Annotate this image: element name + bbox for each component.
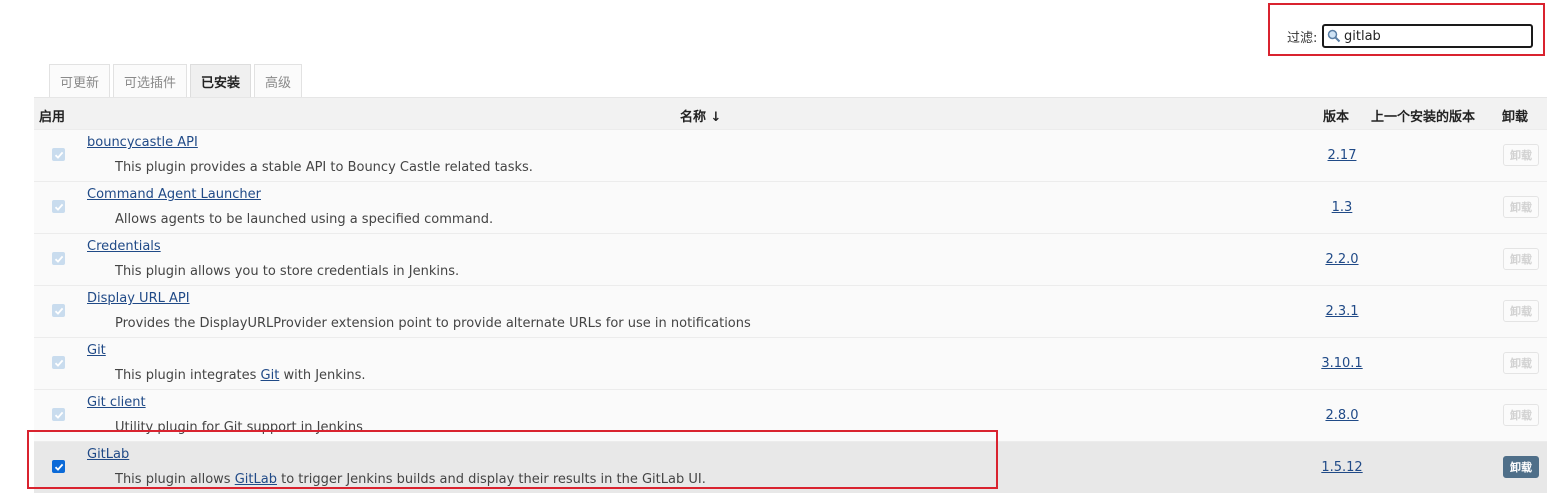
plugin-name-link[interactable]: GitLab: [87, 447, 129, 462]
plugins-table: 启用 名称 ↓ 版本 上一个安装的版本 卸载 bouncycastle API …: [34, 97, 1547, 493]
column-previous-version: 上一个安装的版本: [1371, 110, 1476, 125]
uninstall-button[interactable]: 卸载: [1503, 352, 1539, 374]
column-name-sort[interactable]: 名称 ↓: [680, 106, 721, 125]
check-icon: [54, 307, 63, 315]
column-enabled: 启用: [39, 110, 66, 125]
plugin-description: Allows agents to be launched using a spe…: [115, 212, 493, 227]
plugin-version-link[interactable]: 2.17: [1312, 148, 1372, 163]
tab-bar: 可更新 可选插件 已安装 高级: [49, 64, 305, 98]
filter-input-wrapper[interactable]: [1322, 24, 1533, 48]
enable-checkbox[interactable]: [52, 408, 65, 421]
uninstall-button[interactable]: 卸载: [1503, 404, 1539, 426]
description-text: with Jenkins.: [279, 368, 366, 383]
table-header: 启用 名称 ↓ 版本 上一个安装的版本 卸载: [34, 97, 1547, 129]
plugin-name-link[interactable]: Git: [87, 343, 106, 358]
search-icon: [1327, 29, 1341, 43]
table-body: bouncycastle API This plugin provides a …: [34, 129, 1547, 493]
enable-checkbox[interactable]: [52, 304, 65, 317]
description-text: Allows agents to be launched using a spe…: [115, 212, 494, 227]
description-text: This plugin integrates: [115, 368, 261, 383]
tab-updates[interactable]: 可更新: [49, 64, 111, 97]
enable-checkbox[interactable]: [52, 252, 65, 265]
description-text: This plugin provides a stable API to Bou…: [115, 160, 533, 175]
description-text: This plugin allows: [115, 472, 235, 487]
tab-advanced[interactable]: 高级: [254, 64, 303, 97]
table-row: Command Agent Launcher Allows agents to …: [34, 181, 1547, 233]
description-link[interactable]: Git: [261, 368, 280, 383]
plugin-version-link[interactable]: 2.3.1: [1312, 304, 1372, 319]
uninstall-button[interactable]: 卸载: [1503, 248, 1539, 270]
column-version[interactable]: 版本: [1323, 106, 1349, 125]
column-uninstall: 卸载: [1502, 110, 1529, 125]
plugin-description: This plugin allows GitLab to trigger Jen…: [115, 472, 706, 487]
plugin-version-link[interactable]: 2.8.0: [1312, 408, 1372, 423]
description-text: This plugin allows you to store credenti…: [115, 264, 460, 279]
plugin-name-link[interactable]: bouncycastle API: [87, 135, 198, 150]
plugin-name-link[interactable]: Command Agent Launcher: [87, 187, 261, 202]
check-icon: [54, 463, 63, 471]
plugin-description: Utility plugin for Git support in Jenkin…: [115, 420, 363, 435]
description-text: Utility plugin for Git support in Jenkin…: [115, 420, 363, 435]
uninstall-button[interactable]: 卸载: [1503, 196, 1539, 218]
plugin-version-link[interactable]: 1.5.12: [1312, 460, 1372, 475]
enable-checkbox[interactable]: [52, 356, 65, 369]
plugin-name-link[interactable]: Credentials: [87, 239, 161, 254]
plugin-version-link[interactable]: 1.3: [1312, 200, 1372, 215]
tab-available[interactable]: 可选插件: [113, 64, 188, 97]
plugin-description: This plugin provides a stable API to Bou…: [115, 160, 533, 175]
uninstall-button[interactable]: 卸载: [1503, 456, 1539, 478]
plugin-version-link[interactable]: 2.2.0: [1312, 252, 1372, 267]
tab-installed[interactable]: 已安装: [190, 64, 252, 97]
table-row: Display URL API Provides the DisplayURLP…: [34, 285, 1547, 337]
check-icon: [54, 359, 63, 367]
filter-label: 过滤:: [1287, 31, 1318, 46]
enable-checkbox[interactable]: [52, 460, 65, 473]
check-icon: [54, 151, 63, 159]
plugin-description: Provides the DisplayURLProvider extensio…: [115, 316, 751, 331]
plugin-name-link[interactable]: Git client: [87, 395, 146, 410]
description-link[interactable]: GitLab: [235, 472, 277, 487]
plugin-description: This plugin allows you to store credenti…: [115, 264, 459, 279]
filter-input[interactable]: [1344, 28, 1524, 44]
plugin-description: This plugin integrates Git with Jenkins.: [115, 368, 366, 383]
table-row: bouncycastle API This plugin provides a …: [34, 129, 1547, 181]
check-icon: [54, 411, 63, 419]
table-row: Git client Utility plugin for Git suppor…: [34, 389, 1547, 441]
enable-checkbox[interactable]: [52, 148, 65, 161]
enable-checkbox[interactable]: [52, 200, 65, 213]
table-row: Credentials This plugin allows you to st…: [34, 233, 1547, 285]
check-icon: [54, 255, 63, 263]
description-text: to trigger Jenkins builds and display th…: [276, 472, 706, 487]
plugin-name-link[interactable]: Display URL API: [87, 291, 190, 306]
table-row: GitLab This plugin allows GitLab to trig…: [34, 441, 1547, 493]
table-row: Git This plugin integrates Git with Jenk…: [34, 337, 1547, 389]
uninstall-button[interactable]: 卸载: [1503, 144, 1539, 166]
plugin-version-link[interactable]: 3.10.1: [1312, 356, 1372, 371]
uninstall-button[interactable]: 卸载: [1503, 300, 1539, 322]
check-icon: [54, 203, 63, 211]
description-text: Provides the DisplayURLProvider extensio…: [115, 316, 751, 331]
